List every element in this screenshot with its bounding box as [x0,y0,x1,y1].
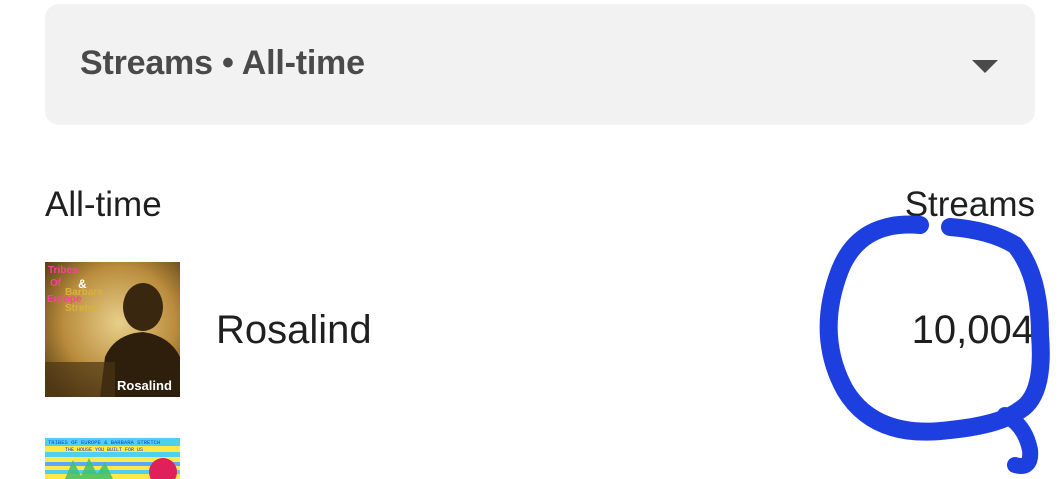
svg-text:TRIBES OF EUROPE & BARBARA STR: TRIBES OF EUROPE & BARBARA STRETCH [48,439,160,446]
track-streams: 10,004 [911,308,1034,352]
album-cover: Tribes Of & Barbara Europe Stretch Rosal… [45,262,180,397]
metric-period-dropdown[interactable]: Streams • All-time [45,4,1035,125]
album-cover: TRIBES OF EUROPE & BARBARA STRETCH THE H… [45,438,180,479]
cover-caption: Rosalind [117,378,172,393]
streams-header: Streams [904,185,1035,224]
svg-text:Of: Of [50,278,62,289]
page: Streams • All-time All-time Streams Trib… [0,0,1062,479]
track-row[interactable]: TRIBES OF EUROPE & BARBARA STRETCH THE H… [0,438,1062,479]
chevron-down-icon[interactable] [972,60,998,73]
svg-text:THE HOUSE YOU BUILT FOR US: THE HOUSE YOU BUILT FOR US [65,447,143,453]
period-header: All-time [45,185,162,224]
track-title: Rosalind [216,308,372,352]
svg-text:Stretch: Stretch [65,303,99,314]
cover-text: Tribes [48,265,78,276]
track-row[interactable]: Tribes Of & Barbara Europe Stretch Rosal… [0,262,1062,397]
dropdown-label: Streams • All-time [80,44,365,82]
